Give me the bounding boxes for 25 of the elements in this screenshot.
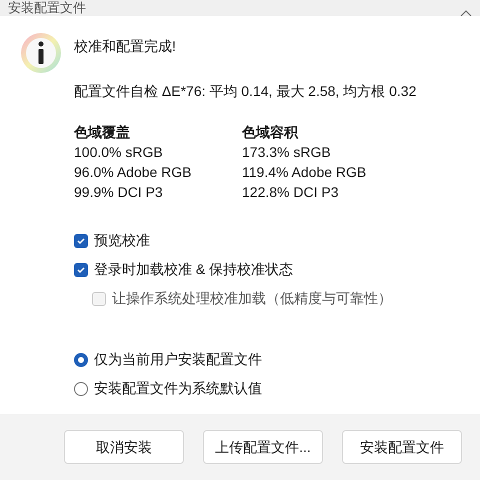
gamut-value: 96.0% Adobe RGB: [74, 163, 193, 182]
dialog-button[interactable]: 取消安装: [64, 430, 184, 464]
column-heading: 色域容积: [242, 123, 300, 142]
gamut-value: 99.9% DCI P3: [74, 183, 164, 202]
dialog-button[interactable]: 上传配置文件...: [203, 430, 323, 464]
window-title: 安装配置文件: [8, 0, 86, 16]
checkbox[interactable]: [74, 262, 88, 276]
checkbox-option[interactable]: 登录时加载校准 & 保持校准状态: [74, 259, 416, 280]
self-check-text: 配置文件自检 ΔE*76: 平均 0.14, 最大 2.58, 均方根 0.32: [74, 82, 416, 101]
radio-option[interactable]: 仅为当前用户安装配置文件: [74, 349, 416, 370]
radio-button[interactable]: [74, 352, 88, 366]
heading: 校准和配置完成!: [74, 37, 177, 56]
gamut-value: 122.8% DCI P3: [242, 183, 340, 202]
dialog-button[interactable]: 安装配置文件: [342, 430, 462, 464]
radio-option[interactable]: 安装配置文件为系统默认值: [74, 378, 416, 399]
checkbox[interactable]: [74, 234, 88, 248]
checkmark-icon: [76, 264, 86, 274]
column-heading: 色域覆盖: [74, 123, 131, 142]
radio-button[interactable]: [74, 382, 88, 396]
gamut-value: 100.0% sRGB: [74, 143, 164, 162]
gamut-value: 119.4% Adobe RGB: [242, 163, 368, 182]
checkmark-icon: [76, 236, 86, 246]
checkbox-option[interactable]: 预览校准: [74, 230, 416, 251]
info-icon: [20, 32, 62, 74]
gamut-value: 173.3% sRGB: [242, 143, 332, 162]
